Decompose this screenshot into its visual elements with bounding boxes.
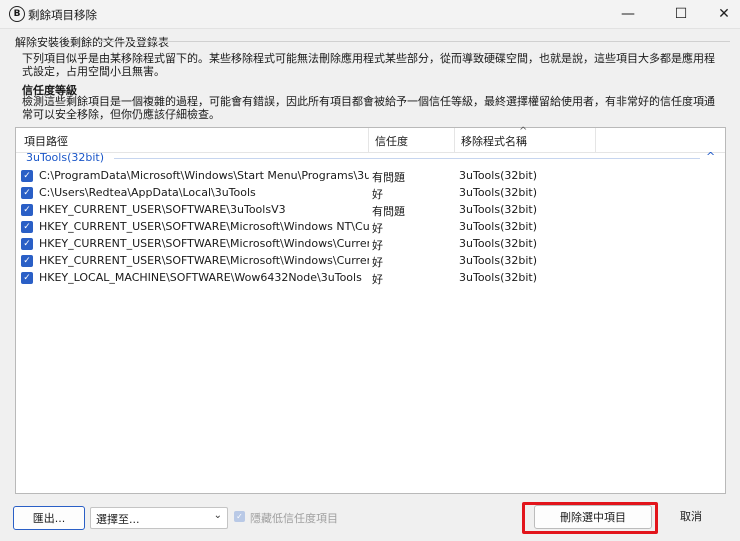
row-checkbox[interactable]: ✓ xyxy=(21,204,33,216)
column-header-trust[interactable]: 信任度 xyxy=(375,133,408,149)
item-trust: 有問題 xyxy=(372,171,405,184)
table-row[interactable]: ✓ C:\Users\Redtea\AppData\Local\3uTools … xyxy=(16,185,725,202)
item-path: HKEY_CURRENT_USER\SOFTWARE\3uToolsV3 xyxy=(39,203,286,216)
item-path: C:\ProgramData\Microsoft\Windows\Start M… xyxy=(39,169,369,182)
column-separator[interactable] xyxy=(595,128,596,152)
close-button[interactable]: ✕ xyxy=(702,0,740,28)
hide-low-trust-checkbox[interactable]: ✓ xyxy=(234,511,245,522)
minimize-button[interactable]: — xyxy=(606,0,650,28)
item-trust: 好 xyxy=(372,256,383,269)
group-name: 3uTools(32bit) xyxy=(26,151,104,164)
item-path: HKEY_LOCAL_MACHINE\SOFTWARE\Wow6432Node\… xyxy=(39,271,362,284)
item-trust: 好 xyxy=(372,188,383,201)
row-checkbox[interactable]: ✓ xyxy=(21,187,33,199)
item-program: 3uTools(32bit) xyxy=(459,186,537,199)
group-box-label: 解除安裝後剩餘的文件及登錄表 xyxy=(15,36,169,49)
delete-selected-button[interactable]: 刪除選中項目 xyxy=(534,505,652,529)
table-row[interactable]: ✓ HKEY_CURRENT_USER\SOFTWARE\Microsoft\W… xyxy=(16,253,725,270)
item-program: 3uTools(32bit) xyxy=(459,220,537,233)
row-checkbox[interactable]: ✓ xyxy=(21,255,33,267)
description-text: 下列項目似乎是由某移除程式留下的。某些移除程式可能無法刪除應用程式某些部分，從而… xyxy=(22,52,715,78)
title-bar: B 剩餘項目移除 — ☐ ✕ xyxy=(0,0,740,29)
window-title: 剩餘項目移除 xyxy=(28,8,97,22)
column-header-path[interactable]: 項目路徑 xyxy=(24,133,68,149)
table-header: 項目路徑 信任度 移除程式名稱 ^ xyxy=(16,126,725,153)
leftover-items-table[interactable]: 項目路徑 信任度 移除程式名稱 ^ 3uTools(32bit) ^ ✓ C:\… xyxy=(15,126,726,494)
cancel-button[interactable]: 取消 xyxy=(662,505,720,527)
group-divider xyxy=(114,158,700,159)
row-checkbox[interactable]: ✓ xyxy=(21,221,33,233)
sort-ascending-icon: ^ xyxy=(519,126,528,137)
item-trust: 好 xyxy=(372,273,383,286)
item-program: 3uTools(32bit) xyxy=(459,254,537,267)
item-path: C:\Users\Redtea\AppData\Local\3uTools xyxy=(39,186,256,199)
row-checkbox[interactable]: ✓ xyxy=(21,238,33,250)
row-checkbox[interactable]: ✓ xyxy=(21,170,33,182)
column-separator[interactable] xyxy=(454,128,455,152)
export-button[interactable]: 匯出... xyxy=(13,506,85,530)
trust-level-description: 檢測這些剩餘項目是一個複雜的過程，可能會有錯誤，因此所有項目都會被給予一個信任等… xyxy=(22,95,715,121)
collapse-chevron-icon[interactable]: ^ xyxy=(706,150,715,163)
item-path: HKEY_CURRENT_USER\SOFTWARE\Microsoft\Win… xyxy=(39,220,369,233)
item-trust: 有問題 xyxy=(372,205,405,218)
table-row[interactable]: ✓ C:\ProgramData\Microsoft\Windows\Start… xyxy=(16,168,725,185)
item-path: HKEY_CURRENT_USER\SOFTWARE\Microsoft\Win… xyxy=(39,237,369,250)
item-trust: 好 xyxy=(372,239,383,252)
item-path: HKEY_CURRENT_USER\SOFTWARE\Microsoft\Win… xyxy=(39,254,369,267)
row-checkbox[interactable]: ✓ xyxy=(21,272,33,284)
select-to-dropdown[interactable]: 選擇至... ⌄ xyxy=(90,507,228,529)
column-separator[interactable] xyxy=(368,128,369,152)
table-row[interactable]: ✓ HKEY_LOCAL_MACHINE\SOFTWARE\Wow6432Nod… xyxy=(16,270,725,287)
item-program: 3uTools(32bit) xyxy=(459,203,537,216)
table-row[interactable]: ✓ HKEY_CURRENT_USER\SOFTWARE\Microsoft\W… xyxy=(16,236,725,253)
group-box-divider xyxy=(96,41,730,42)
table-row[interactable]: ✓ HKEY_CURRENT_USER\SOFTWARE\Microsoft\W… xyxy=(16,219,725,236)
table-row[interactable]: ✓ HKEY_CURRENT_USER\SOFTWARE\3uToolsV3 有… xyxy=(16,202,725,219)
maximize-button[interactable]: ☐ xyxy=(659,0,703,28)
item-trust: 好 xyxy=(372,222,383,235)
item-program: 3uTools(32bit) xyxy=(459,237,537,250)
app-logo-icon: B xyxy=(9,6,25,22)
item-program: 3uTools(32bit) xyxy=(459,169,537,182)
select-to-value: 選擇至... xyxy=(96,513,140,526)
chevron-down-icon: ⌄ xyxy=(213,510,222,521)
group-header[interactable]: 3uTools(32bit) ^ xyxy=(26,150,718,167)
column-header-program[interactable]: 移除程式名稱 xyxy=(461,133,527,149)
hide-low-trust-label: 隱藏低信任度項目 xyxy=(250,512,338,525)
item-program: 3uTools(32bit) xyxy=(459,271,537,284)
